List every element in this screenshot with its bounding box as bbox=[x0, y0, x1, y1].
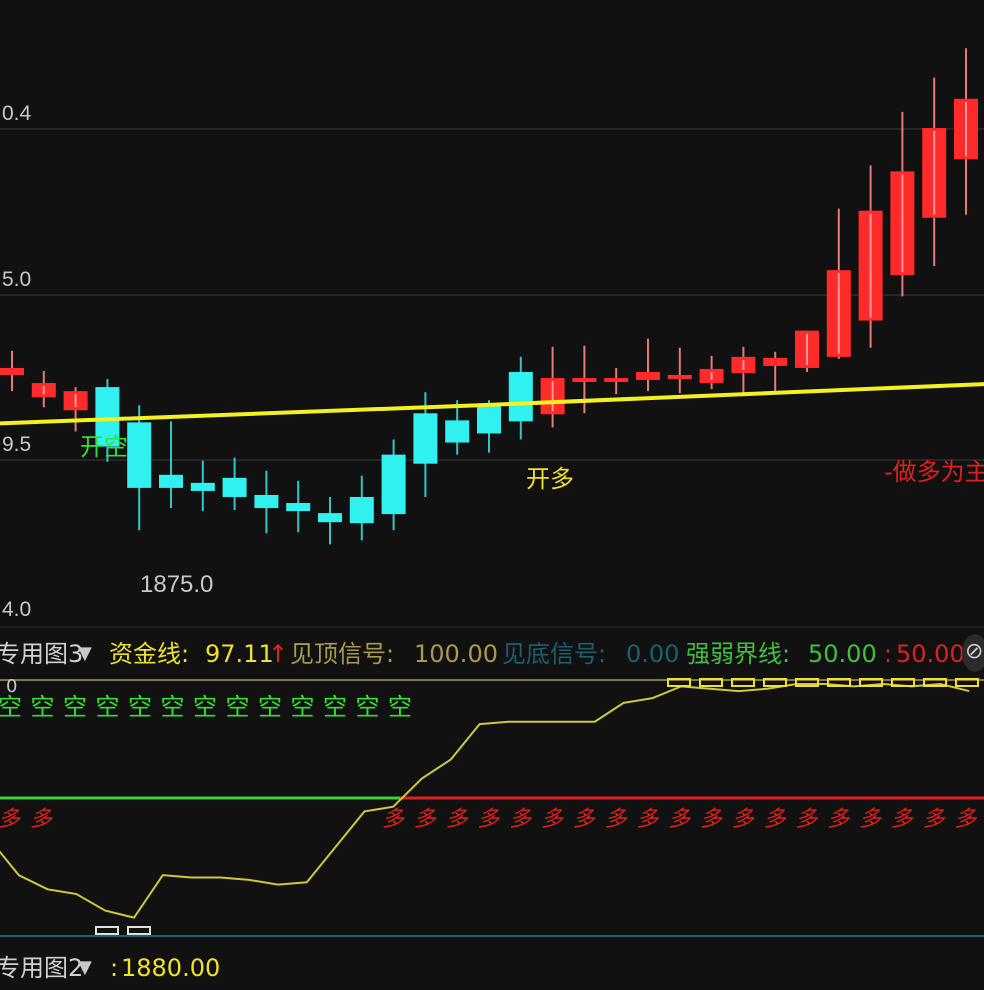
y-tick-label: 9.5 bbox=[2, 433, 32, 456]
short-marker: 空 bbox=[31, 693, 55, 721]
short-marker: 空 bbox=[63, 693, 87, 721]
candle-body bbox=[667, 375, 692, 379]
candle-body bbox=[604, 378, 629, 383]
chart-canvas: 空空空空空空空空空空空空空多多多多多多多多多多多多多多多多多多多多多 bbox=[0, 48, 984, 937]
open-short-signal: 开空 bbox=[80, 433, 128, 461]
short-marker: 空 bbox=[258, 693, 282, 721]
long-marker: 多 bbox=[573, 807, 596, 832]
long-marker: 多 bbox=[541, 807, 564, 832]
long-marker: 多 bbox=[700, 807, 723, 832]
close-icon: ⊘ bbox=[965, 639, 984, 664]
short-marker: 空 bbox=[128, 693, 152, 721]
bottom-panel-name[interactable]: 专用图2 bbox=[0, 950, 83, 986]
long-bias-signal: -做多为主 bbox=[884, 458, 984, 486]
candle-body bbox=[763, 357, 788, 366]
long-marker: 多 bbox=[446, 807, 469, 832]
long-marker: 多 bbox=[605, 807, 628, 832]
strength-line-value: 50.00 bbox=[808, 640, 877, 668]
long-marker: 多 bbox=[382, 807, 405, 832]
long-marker: 多 bbox=[764, 807, 787, 832]
short-marker: 空 bbox=[96, 693, 120, 721]
price-grid bbox=[0, 128, 984, 628]
long-marker: 多 bbox=[795, 807, 818, 832]
indicator-layer: 空空空空空空空空空空空空空多多多多多多多多多多多多多多多多多多多多多 bbox=[0, 678, 984, 937]
y-tick-label: 4.0 bbox=[2, 598, 32, 621]
candle-body bbox=[572, 378, 597, 383]
close-panel-button[interactable]: ⊘ bbox=[962, 634, 984, 672]
fund-line-value: 97.11 bbox=[205, 640, 274, 668]
open-long-signal: 开多 bbox=[526, 465, 574, 493]
indicator-header: 专用图3 ▼ 资金线: 97.11 ↑ 见顶信号: 100.00 见底信号: 0… bbox=[0, 636, 984, 676]
y-tick-label: 5.0 bbox=[2, 268, 32, 291]
candle-body bbox=[222, 477, 247, 497]
short-marker: 空 bbox=[388, 693, 412, 721]
bottom-panel-value: 1880.00 bbox=[121, 954, 221, 982]
extra-line-value: 50.00 bbox=[896, 640, 965, 668]
bottom-panel-header: 专用图2 ▼ : 1880.00 bbox=[0, 950, 984, 990]
strength-line-label: 强弱界线: bbox=[686, 640, 791, 668]
candle-body bbox=[636, 371, 660, 381]
long-marker: 多 bbox=[954, 807, 977, 832]
candle-body bbox=[349, 496, 374, 524]
short-marker: 空 bbox=[193, 693, 217, 721]
long-marker: 多 bbox=[859, 807, 882, 832]
short-marker: 空 bbox=[161, 693, 185, 721]
long-marker: 多 bbox=[477, 807, 500, 832]
long-marker: 多 bbox=[0, 807, 21, 832]
long-marker: 多 bbox=[923, 807, 946, 832]
short-marker: 空 bbox=[291, 693, 315, 721]
chevron-down-icon[interactable]: ▼ bbox=[78, 950, 92, 986]
indicator-top-tick: 0 bbox=[6, 676, 18, 697]
bottom-signal-value: 0.00 bbox=[626, 640, 680, 668]
candle-body bbox=[286, 503, 311, 512]
short-marker: 空 bbox=[356, 693, 380, 721]
candle-body bbox=[445, 420, 470, 443]
short-marker: 空 bbox=[226, 693, 250, 721]
candle-body bbox=[0, 367, 24, 375]
bottom-signal-box bbox=[95, 926, 119, 935]
short-marker: 空 bbox=[0, 693, 22, 721]
candle-body bbox=[190, 482, 215, 491]
extra-line-label: : bbox=[884, 640, 893, 668]
indicator-panel-name[interactable]: 专用图3 bbox=[0, 636, 83, 672]
long-marker: 多 bbox=[827, 807, 850, 832]
long-marker: 多 bbox=[732, 807, 755, 832]
long-marker: 多 bbox=[509, 807, 532, 832]
long-marker: 多 bbox=[414, 807, 437, 832]
long-marker: 多 bbox=[668, 807, 691, 832]
long-marker: 多 bbox=[30, 807, 53, 832]
candles-layer bbox=[0, 48, 978, 545]
bottom-signal-label: 见底信号: bbox=[502, 640, 607, 668]
bottom-signal-box bbox=[127, 926, 151, 935]
low-price-marker: 1875.0 bbox=[140, 571, 214, 598]
chevron-down-icon[interactable]: ▼ bbox=[78, 636, 92, 672]
y-tick-label: 0.4 bbox=[2, 102, 32, 125]
candle-body bbox=[254, 494, 279, 509]
short-marker: 空 bbox=[323, 693, 347, 721]
bottom-panel-value-sep: : bbox=[110, 954, 119, 982]
candle-body bbox=[318, 513, 342, 523]
candle-body bbox=[508, 371, 533, 422]
fund-line-label: 资金线: bbox=[109, 640, 190, 668]
candle-body bbox=[413, 413, 438, 464]
candle-body bbox=[127, 422, 152, 488]
long-marker: 多 bbox=[891, 807, 914, 832]
top-signal-label: 见顶信号: bbox=[290, 640, 395, 668]
long-marker: 多 bbox=[636, 807, 659, 832]
up-arrow-icon: ↑ bbox=[268, 640, 289, 668]
candle-body bbox=[159, 474, 183, 488]
candle-body bbox=[381, 454, 406, 515]
top-signal-value: 100.00 bbox=[414, 640, 498, 668]
candle-body bbox=[477, 405, 501, 434]
